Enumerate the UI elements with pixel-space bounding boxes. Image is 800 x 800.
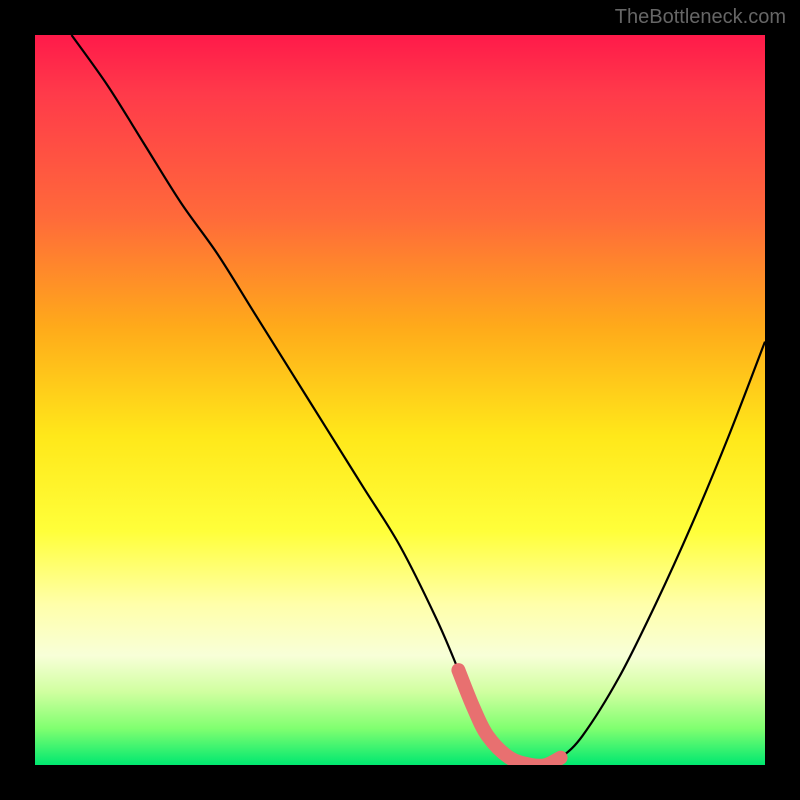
- bottleneck-curve: [72, 35, 766, 765]
- chart-plot-area: [35, 35, 765, 765]
- curve-highlight: [458, 670, 560, 765]
- chart-svg: [35, 35, 765, 765]
- watermark-text: TheBottleneck.com: [615, 6, 786, 29]
